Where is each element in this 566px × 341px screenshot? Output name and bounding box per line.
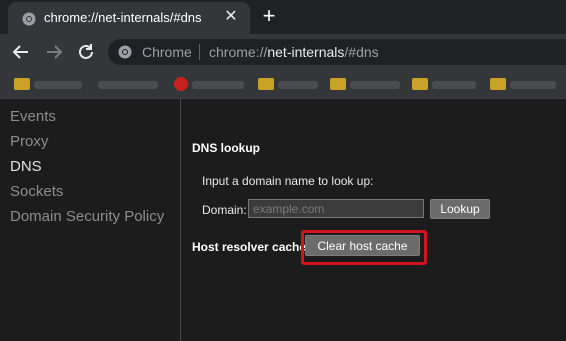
new-tab-icon[interactable]: + bbox=[258, 5, 280, 28]
domain-label: Domain: bbox=[202, 203, 247, 217]
bookmark-item[interactable] bbox=[192, 81, 244, 89]
url-scheme: chrome:// bbox=[209, 44, 268, 60]
sidebar: Events Proxy DNS Sockets Domain Security… bbox=[0, 99, 181, 341]
dns-lookup-heading: DNS lookup bbox=[192, 141, 260, 155]
tab-active[interactable]: chrome://net-internals/#dns ✕ bbox=[8, 2, 250, 34]
bookmark-folder-icon[interactable] bbox=[412, 78, 428, 90]
bookmark-item[interactable] bbox=[98, 81, 158, 89]
bookmark-item[interactable] bbox=[510, 81, 556, 89]
bookmarks-bar bbox=[0, 70, 566, 99]
bookmark-item[interactable] bbox=[278, 81, 318, 89]
bookmark-item[interactable] bbox=[350, 81, 400, 89]
url-text: chrome://net-internals/#dns bbox=[209, 44, 379, 60]
address-bar[interactable]: Chrome chrome://net-internals/#dns bbox=[108, 39, 566, 65]
bookmark-folder-icon[interactable] bbox=[330, 78, 346, 90]
page-content: Events Proxy DNS Sockets Domain Security… bbox=[0, 99, 566, 341]
close-icon[interactable]: ✕ bbox=[222, 8, 240, 26]
dns-lookup-prompt: Input a domain name to look up: bbox=[202, 174, 374, 188]
domain-input[interactable] bbox=[248, 199, 424, 218]
bookmark-item[interactable] bbox=[432, 81, 476, 89]
lookup-button[interactable]: Lookup bbox=[430, 199, 490, 219]
tab-title: chrome://net-internals/#dns bbox=[44, 10, 202, 25]
clear-host-cache-button[interactable]: Clear host cache bbox=[305, 235, 420, 256]
sidebar-item-dns[interactable]: DNS bbox=[10, 158, 42, 175]
chrome-icon bbox=[22, 12, 36, 26]
dns-panel: DNS lookup Input a domain name to look u… bbox=[181, 99, 566, 341]
host-resolver-cache-label: Host resolver cache bbox=[192, 240, 307, 254]
reload-icon[interactable] bbox=[75, 41, 97, 63]
forward-arrow-icon[interactable] bbox=[43, 41, 65, 63]
bookmark-item[interactable] bbox=[34, 81, 82, 89]
bookmark-folder-icon[interactable] bbox=[490, 78, 506, 90]
url-host: net-internals bbox=[267, 44, 345, 60]
chrome-icon bbox=[118, 45, 132, 59]
sidebar-item-proxy[interactable]: Proxy bbox=[10, 133, 48, 150]
toolbar: Chrome chrome://net-internals/#dns bbox=[0, 34, 566, 70]
sidebar-item-events[interactable]: Events bbox=[10, 108, 56, 125]
sidebar-item-domain-security-policy[interactable]: Domain Security Policy bbox=[10, 208, 164, 225]
back-arrow-icon[interactable] bbox=[10, 41, 32, 63]
tab-strip: chrome://net-internals/#dns ✕ + bbox=[0, 0, 566, 34]
omnibox-divider bbox=[199, 44, 200, 60]
url-path: /#dns bbox=[344, 44, 379, 60]
sidebar-item-sockets[interactable]: Sockets bbox=[10, 183, 63, 200]
bookmark-folder-icon[interactable] bbox=[258, 78, 274, 90]
omnibox-site-label: Chrome bbox=[142, 44, 192, 60]
bookmark-favicon-icon[interactable] bbox=[174, 77, 188, 91]
bookmark-folder-icon[interactable] bbox=[14, 78, 30, 90]
